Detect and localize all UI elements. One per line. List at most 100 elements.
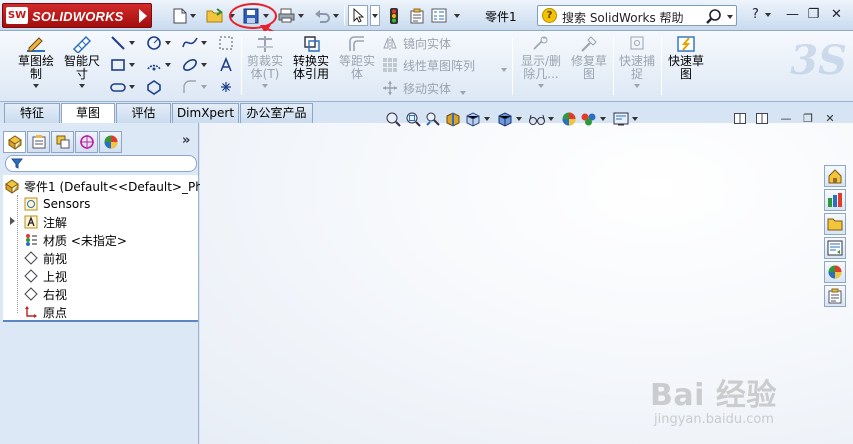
chevron-down-icon[interactable] <box>600 117 606 121</box>
tab-features[interactable]: 特征 <box>4 103 60 123</box>
rectangle-tool[interactable] <box>110 56 135 74</box>
point-tool[interactable] <box>218 78 234 96</box>
move-entities-button[interactable]: 移动实体 <box>382 79 451 97</box>
arc-tool[interactable] <box>146 56 171 74</box>
print-button[interactable] <box>277 5 295 26</box>
repair-sketch-button[interactable]: 修复草 图 <box>568 35 610 81</box>
ellipse-tool[interactable] <box>182 56 207 74</box>
chevron-down-icon[interactable] <box>484 117 490 121</box>
restore-button[interactable]: ❐ <box>805 6 822 23</box>
options-dropdown[interactable] <box>453 5 461 26</box>
select-button[interactable] <box>348 5 368 26</box>
convert-entities-button[interactable]: 转换实 体引用 <box>290 35 332 81</box>
viewport-close-button[interactable]: ✕ <box>822 111 838 125</box>
text-tool[interactable] <box>218 56 234 74</box>
open-button[interactable] <box>205 5 225 26</box>
file-explorer-button[interactable] <box>824 213 846 235</box>
viewport-tile-right-button[interactable] <box>754 111 770 125</box>
undo-dropdown[interactable] <box>332 5 340 26</box>
help-button[interactable]: ? <box>747 6 764 23</box>
minimize-button[interactable]: — <box>784 6 801 23</box>
construction-geometry-tool[interactable] <box>218 34 234 52</box>
tab-dimxpert[interactable]: DimXpert <box>172 103 239 123</box>
close-button[interactable]: ✕ <box>828 6 845 23</box>
view-orientation-button[interactable] <box>464 110 482 128</box>
polygon-tool[interactable] <box>146 78 162 96</box>
select-dropdown[interactable] <box>370 5 380 26</box>
chevron-down-icon[interactable] <box>632 117 638 121</box>
hide-show-items-button[interactable] <box>528 110 546 128</box>
expand-arrow-icon[interactable] <box>10 217 15 225</box>
configuration-manager-tab[interactable] <box>51 131 74 153</box>
display-delete-relations-button[interactable]: 显示/删 除几... <box>516 35 566 88</box>
section-view-button[interactable] <box>444 110 462 128</box>
line-tool[interactable] <box>110 34 135 52</box>
search-box[interactable]: ? 搜索 SolidWorks 帮助 <box>537 5 737 26</box>
solidworks-menu-button[interactable]: SW SOLIDWORKS <box>2 3 152 28</box>
new-document-button[interactable] <box>172 5 188 26</box>
tree-item-top-plane[interactable]: 上视 <box>23 267 67 285</box>
viewport-tile-left-button[interactable] <box>732 111 748 125</box>
viewport-minimize-button[interactable]: — <box>778 111 794 125</box>
rapid-sketch-button[interactable]: 快速草 图 <box>664 35 708 81</box>
display-style-button[interactable] <box>496 110 514 128</box>
tree-item-annotations[interactable]: 注解 <box>23 213 67 231</box>
rebuild-button[interactable] <box>386 5 402 26</box>
tree-item-material[interactable]: 材质 <未指定> <box>23 231 127 249</box>
zoom-to-area-button[interactable] <box>404 110 422 128</box>
undo-button[interactable] <box>313 5 331 26</box>
move-dropdown[interactable] <box>460 84 466 102</box>
fillet-tool[interactable] <box>182 78 207 96</box>
viewport-restore-button[interactable]: ❐ <box>800 111 816 125</box>
linear-pattern-dropdown[interactable] <box>501 61 507 79</box>
circle-tool[interactable] <box>146 34 171 52</box>
tree-root-part[interactable]: 零件1 (Default<<Default>_Ph <box>4 177 203 195</box>
quick-snaps-button[interactable]: 快速捕 捉 <box>616 35 658 88</box>
linear-pattern-button[interactable]: 线性草图阵列 <box>382 56 475 74</box>
offset-entities-button[interactable]: 等距实 体 <box>336 35 378 81</box>
chevron-down-icon[interactable] <box>727 15 733 19</box>
view-palette-button[interactable] <box>824 237 846 259</box>
chevron-down-icon[interactable] <box>548 117 554 121</box>
zoom-to-fit-button[interactable] <box>384 110 402 128</box>
design-library-button[interactable] <box>824 189 846 211</box>
tab-sketch[interactable]: 草图 <box>61 103 115 124</box>
more-tabs-button[interactable]: » <box>182 133 190 148</box>
file-properties-button[interactable] <box>408 5 426 26</box>
tab-evaluate[interactable]: 评估 <box>116 103 171 123</box>
solidworks-resources-button[interactable] <box>824 165 846 187</box>
tree-filter-input[interactable] <box>5 155 197 172</box>
appearances-scenes-button[interactable] <box>824 261 846 283</box>
spline-tool[interactable] <box>182 34 207 52</box>
chevron-down-icon[interactable] <box>516 117 522 121</box>
dimxpert-manager-tab[interactable] <box>75 131 98 153</box>
display-manager-tab[interactable] <box>99 131 122 153</box>
tree-item-sensors[interactable]: Sensors <box>23 195 90 213</box>
property-manager-tab[interactable] <box>27 131 50 153</box>
help-dropdown[interactable] <box>764 6 772 23</box>
apply-scene-button[interactable] <box>580 110 598 128</box>
tree-item-right-plane[interactable]: 右视 <box>23 285 67 303</box>
mirror-entities-button[interactable]: 镜向实体 <box>382 34 451 52</box>
open-folder-icon <box>206 8 223 23</box>
sketch-button[interactable]: 草图绘 制 <box>14 35 58 88</box>
edit-appearance-button[interactable] <box>560 110 578 128</box>
search-input[interactable]: 搜索 SolidWorks 帮助 <box>562 9 684 26</box>
trim-entities-button[interactable]: 剪裁实 体(T) <box>244 35 286 88</box>
custom-properties-button[interactable] <box>824 285 846 307</box>
new-document-dropdown[interactable] <box>189 5 197 26</box>
chevron-down-icon <box>129 41 135 45</box>
options-button[interactable] <box>430 5 448 26</box>
feature-manager-tab[interactable] <box>3 131 26 153</box>
search-icon[interactable] <box>706 9 722 24</box>
tab-office-products[interactable]: 办公室产品 <box>240 103 313 123</box>
property-manager-icon <box>32 135 45 149</box>
tree-item-origin[interactable]: 原点 <box>23 303 67 321</box>
view-settings-button[interactable] <box>612 110 630 128</box>
display-delete-label: 显示/删 除几... <box>520 54 562 81</box>
print-dropdown[interactable] <box>297 5 305 26</box>
tree-item-front-plane[interactable]: 前视 <box>23 249 67 267</box>
smart-dimension-button[interactable]: 智能尺 寸 <box>60 35 104 88</box>
previous-view-button[interactable] <box>424 110 442 128</box>
slot-tool[interactable] <box>110 78 135 96</box>
